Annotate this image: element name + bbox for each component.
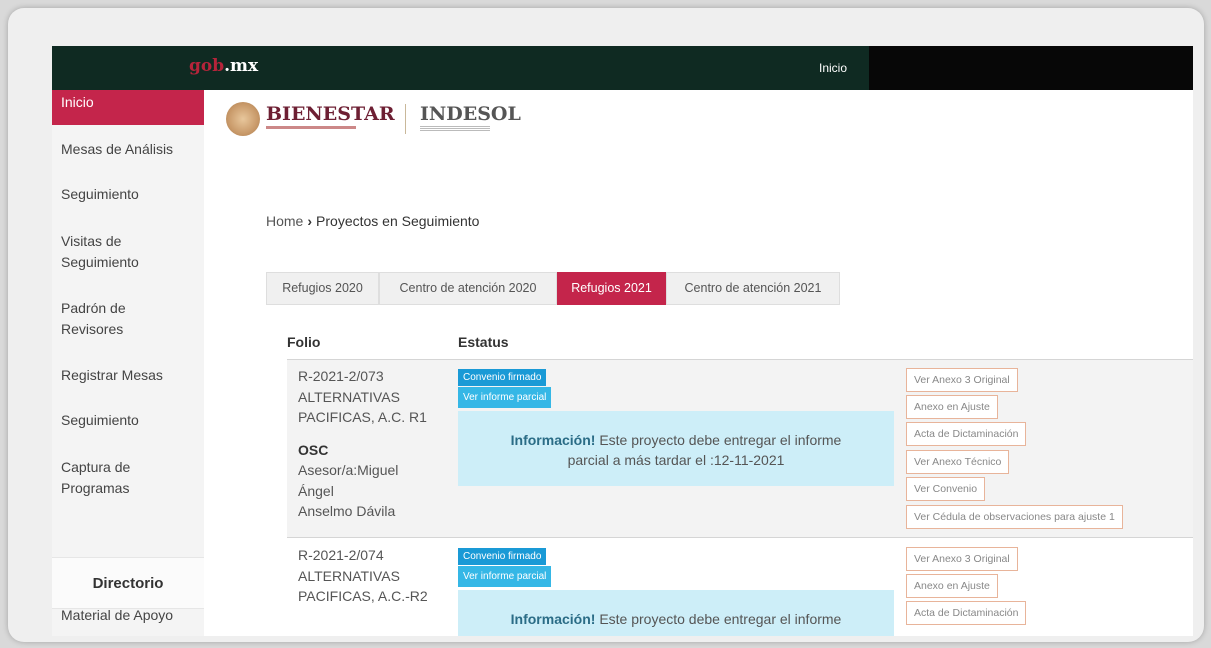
osc-label: OSC (298, 441, 329, 458)
folio-cell: R-2021-2/073 ALTERNATIVAS PACIFICAS, A.C… (298, 368, 427, 519)
breadcrumb-current: Proyectos en Seguimiento (316, 213, 480, 229)
indesol-logo: INDESOL (420, 103, 521, 125)
info-alert: Información! Este proyecto debe entregar… (458, 411, 894, 486)
acta-dictaminacion-button[interactable]: Acta de Dictaminación (906, 601, 1027, 625)
tab-centro-atencion-2020[interactable]: Centro de atención 2020 (379, 272, 557, 305)
ver-cedula-observaciones-button[interactable]: Ver Cédula de observaciones para ajuste … (906, 505, 1123, 529)
status-badge: Convenio firmado (458, 369, 547, 386)
sidebar-item-seguimiento[interactable]: Seguimiento (52, 184, 204, 205)
info-alert: Información! Este proyecto debe entregar… (458, 590, 894, 636)
anexo-en-ajuste-button[interactable]: Anexo en Ajuste (906, 395, 998, 419)
tab-refugios-2020[interactable]: Refugios 2020 (266, 272, 379, 305)
tab-centro-atencion-2021[interactable]: Centro de atención 2021 (666, 272, 840, 305)
sidebar: Inicio Mesas de Análisis Seguimiento Vis… (52, 90, 204, 636)
anexo-en-ajuste-button[interactable]: Anexo en Ajuste (906, 574, 998, 598)
tab-refugios-2021[interactable]: Refugios 2021 (557, 272, 666, 305)
breadcrumb-separator: › (307, 213, 313, 229)
breadcrumb-home-link[interactable]: Home (266, 213, 303, 229)
sidebar-item-visitas-seguimiento[interactable]: Visitas de Seguimiento (52, 231, 162, 273)
ver-anexo-3-original-button[interactable]: Ver Anexo 3 Original (906, 368, 1018, 392)
sidebar-item-seguimiento-2[interactable]: Seguimiento (52, 410, 204, 431)
screenshot-frame: gob.mx Inicio Inicio Mesas de Análisis S… (8, 8, 1204, 642)
sidebar-item-padron-revisores[interactable]: Padrón de Revisores (52, 298, 152, 340)
folio-cell: R-2021-2/074 ALTERNATIVAS PACIFICAS, A.C… (298, 547, 428, 604)
ver-anexo-3-original-button[interactable]: Ver Anexo 3 Original (906, 547, 1018, 571)
ver-informe-parcial-button[interactable]: Ver informe parcial (458, 566, 552, 587)
top-nav-inicio-link[interactable]: Inicio (819, 61, 847, 75)
column-header-folio: Folio (287, 334, 321, 350)
ver-informe-parcial-button[interactable]: Ver informe parcial (458, 387, 552, 408)
column-header-estatus: Estatus (458, 334, 509, 350)
top-navbar: gob.mx Inicio (52, 46, 1193, 90)
sidebar-item-mesas-analisis[interactable]: Mesas de Análisis (52, 139, 204, 160)
bienestar-logo: BIENESTAR (266, 103, 395, 125)
sidebar-item-registrar-mesas[interactable]: Registrar Mesas (52, 365, 204, 386)
ver-convenio-button[interactable]: Ver Convenio (906, 477, 986, 501)
acta-dictaminacion-button[interactable]: Acta de Dictaminación (906, 422, 1027, 446)
sidebar-item-material-apoyo[interactable]: Material de Apoyo (52, 605, 204, 626)
gobmx-logo[interactable]: gob.mx (189, 56, 258, 76)
status-badge: Convenio firmado (458, 548, 547, 565)
sidebar-item-captura-programas[interactable]: Captura de Programas (52, 457, 152, 499)
ver-anexo-tecnico-button[interactable]: Ver Anexo Técnico (906, 450, 1010, 474)
browser-viewport: gob.mx Inicio Inicio Mesas de Análisis S… (52, 46, 1193, 636)
mexico-seal-icon (226, 102, 260, 136)
sidebar-item-directorio[interactable]: Directorio (52, 557, 204, 609)
sidebar-item-inicio[interactable]: Inicio (52, 90, 204, 125)
breadcrumb: Home › Proyectos en Seguimiento (266, 213, 479, 229)
